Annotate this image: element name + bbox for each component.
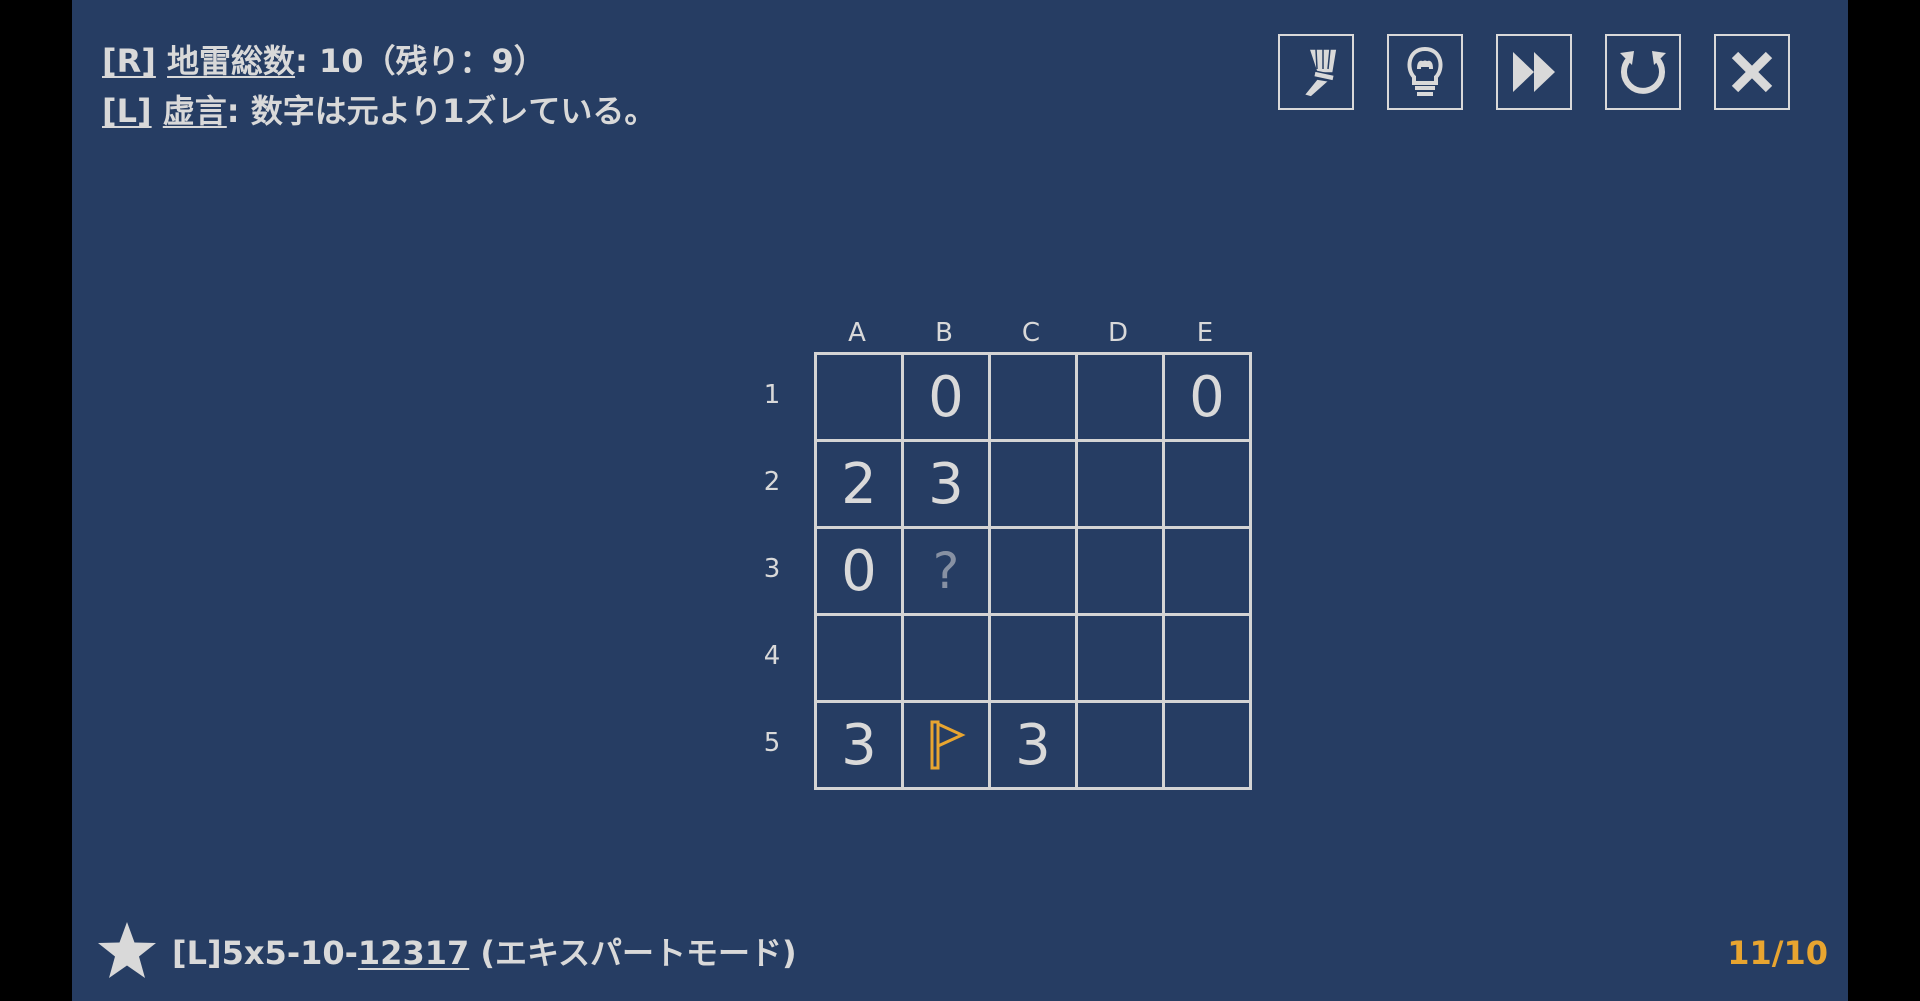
cell-a2[interactable]: 2 (817, 442, 904, 529)
row-label-4: 4 (763, 641, 781, 671)
cell-b5[interactable] (904, 703, 991, 790)
rule-line-liar: [L] 虚言: 数字は元より1ズレている。 (102, 86, 656, 136)
cell-b1[interactable]: 0 (904, 355, 991, 442)
rule-term-liar[interactable]: 虚言 (163, 92, 227, 130)
row-label-3: 3 (763, 554, 781, 584)
progress-counter: 11/10 (1727, 934, 1828, 972)
cell-b4[interactable] (904, 616, 991, 703)
mine-grid: 0 0 2 3 0? 3 3 (814, 352, 1252, 790)
cell-e4[interactable] (1165, 616, 1252, 703)
puzzle-info: [L]5x5-10-12317 (エキスパートモード) (96, 920, 797, 982)
column-label-d: D (1107, 318, 1130, 348)
cell-e2[interactable] (1165, 442, 1252, 529)
toolbar (1278, 34, 1790, 110)
column-label-b: B (935, 318, 954, 348)
cell-c3[interactable] (991, 529, 1078, 616)
rule-text-mine-count: : 10（残り：9） (295, 42, 546, 80)
hint-button[interactable] (1387, 34, 1463, 110)
cell-c2[interactable] (991, 442, 1078, 529)
puzzle-id: [L]5x5-10-12317 (エキスパートモード) (172, 928, 797, 974)
cell-d4[interactable] (1078, 616, 1165, 703)
cell-a1[interactable] (817, 355, 904, 442)
cell-d2[interactable] (1078, 442, 1165, 529)
puzzle-number-link[interactable]: 12317 (358, 934, 469, 972)
puzzle-mode: (エキスパートモード) (469, 934, 797, 972)
clear-button[interactable] (1278, 34, 1354, 110)
cell-b2[interactable]: 3 (904, 442, 991, 529)
cell-a3[interactable]: 0 (817, 529, 904, 616)
close-icon (1731, 51, 1773, 93)
cell-c5[interactable]: 3 (991, 703, 1078, 790)
row-label-1: 1 (763, 380, 781, 410)
column-label-c: C (1021, 318, 1042, 348)
flag-icon (930, 720, 966, 770)
game-window: [R] 地雷総数: 10（残り：9） [L] 虚言: 数字は元より1ズレている。 (72, 0, 1848, 1001)
skip-button[interactable] (1496, 34, 1572, 110)
rule-tag-r[interactable]: [R] (102, 42, 156, 80)
rule-term-mine-count[interactable]: 地雷総数 (167, 42, 295, 80)
cell-d5[interactable] (1078, 703, 1165, 790)
lightbulb-icon (1407, 46, 1443, 96)
fast-forward-icon (1513, 52, 1555, 92)
close-button[interactable] (1714, 34, 1790, 110)
column-label-a: A (848, 318, 867, 348)
cell-c4[interactable] (991, 616, 1078, 703)
restart-icon (1620, 51, 1666, 94)
rule-tag-l[interactable]: [L] (102, 92, 152, 130)
column-labels: A B C D E (814, 318, 1249, 348)
cell-c1[interactable] (991, 355, 1078, 442)
cell-e5[interactable] (1165, 703, 1252, 790)
brush-icon (1302, 48, 1338, 98)
cell-a4[interactable] (817, 616, 904, 703)
puzzle-prefix: [L]5x5-10- (172, 934, 358, 972)
rule-line-total-mines: [R] 地雷総数: 10（残り：9） (102, 36, 656, 86)
cell-b3[interactable]: ? (904, 529, 991, 616)
column-label-e: E (1196, 318, 1215, 348)
star-icon[interactable] (96, 920, 158, 982)
cell-e1[interactable]: 0 (1165, 355, 1252, 442)
cell-e3[interactable] (1165, 529, 1252, 616)
row-label-2: 2 (763, 467, 781, 497)
row-labels: 1 2 3 4 5 (742, 352, 802, 787)
rules-panel: [R] 地雷総数: 10（残り：9） [L] 虚言: 数字は元より1ズレている。 (102, 36, 656, 136)
cell-d1[interactable] (1078, 355, 1165, 442)
cell-d3[interactable] (1078, 529, 1165, 616)
cell-a5[interactable]: 3 (817, 703, 904, 790)
rule-text-liar: : 数字は元より1ズレている。 (226, 92, 657, 130)
restart-button[interactable] (1605, 34, 1681, 110)
row-label-5: 5 (763, 728, 781, 758)
